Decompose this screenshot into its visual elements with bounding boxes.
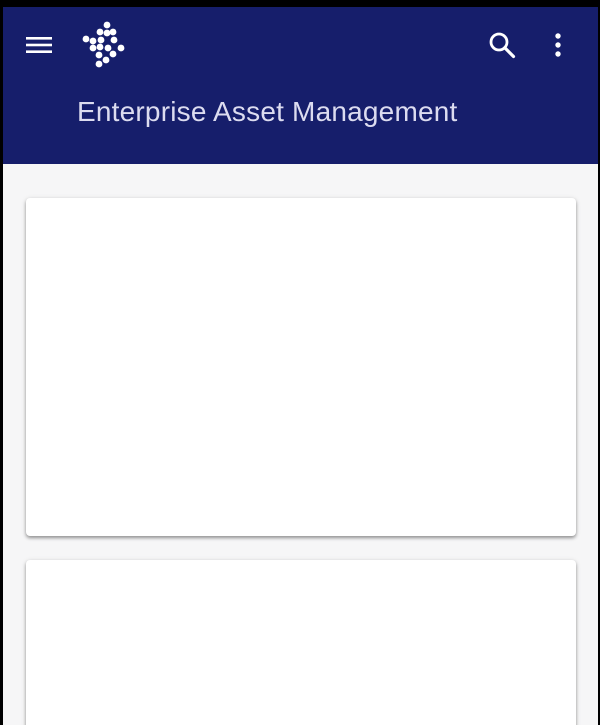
app-bar: Enterprise Asset Management (3, 7, 598, 164)
page-title: Enterprise Asset Management (77, 96, 458, 127)
content-card-1[interactable] (26, 198, 576, 536)
content-card-2[interactable] (26, 560, 576, 725)
search-button[interactable] (479, 25, 525, 65)
app-screen: Enterprise Asset Management (3, 7, 598, 725)
search-icon (489, 32, 516, 59)
hamburger-menu-icon (26, 37, 52, 53)
menu-button[interactable] (19, 27, 59, 63)
more-vertical-icon (555, 33, 561, 57)
app-logo (82, 21, 125, 68)
more-options-button[interactable] (538, 25, 578, 65)
